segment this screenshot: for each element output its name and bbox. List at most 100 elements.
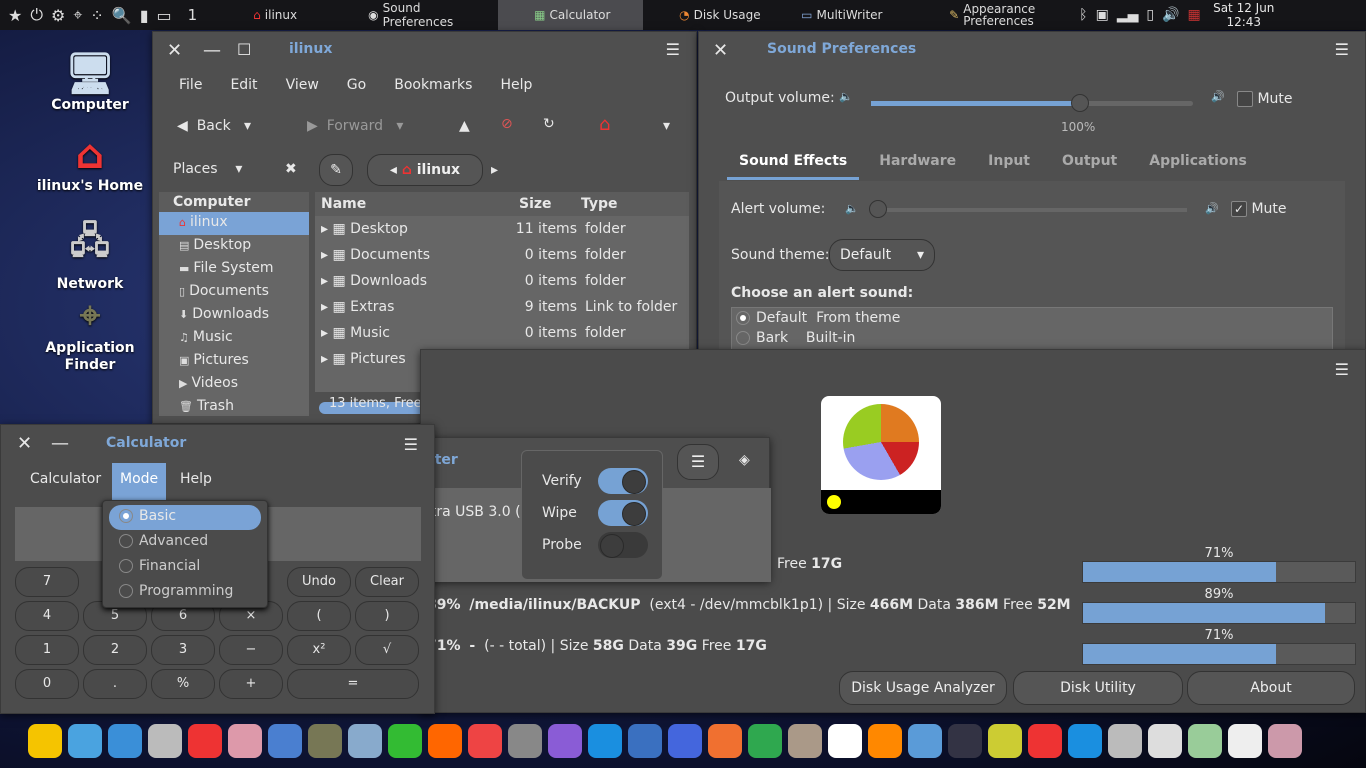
column-size[interactable]: Size [515,196,581,212]
menu-button[interactable]: ☰ [677,444,719,480]
tab-input[interactable]: Input [976,150,1042,180]
table-row[interactable]: ▸ ▦ Extras 9 items Link to folder [315,294,689,320]
menu-icon[interactable]: ☰ [1335,40,1349,59]
menu-calculator[interactable]: Calculator [30,471,101,487]
dock-app-icon[interactable] [1188,724,1222,758]
toggle-switch[interactable] [598,468,648,494]
usb-icon[interactable]: ◈ [739,452,750,468]
dock-app-icon[interactable] [588,724,622,758]
close-sidebar-icon[interactable]: ✖ [285,161,297,177]
tab-hardware[interactable]: Hardware [859,150,976,180]
up-icon[interactable]: ▲ [459,118,470,134]
dock-app-icon[interactable] [468,724,502,758]
key-0[interactable]: 0 [15,669,79,699]
minimize-icon[interactable]: — [51,433,69,454]
key-=[interactable]: = [287,669,419,699]
dock-app-icon[interactable] [628,724,662,758]
sidebar-item-downloads[interactable]: ⬇ Downloads [159,304,309,327]
dock-app-icon[interactable] [188,724,222,758]
dock-app-icon[interactable] [228,724,262,758]
menu-go[interactable]: Go [347,77,366,93]
path-next-icon[interactable]: ▸ [491,162,498,178]
key-x²[interactable]: x² [287,635,351,665]
about-button[interactable]: About [1187,671,1355,705]
dock-app-icon[interactable] [948,724,982,758]
dock-app-icon[interactable] [348,724,382,758]
dock-app-icon[interactable] [1148,724,1182,758]
key-Clear[interactable]: Clear [355,567,419,597]
mute-checkbox[interactable]: Mute [1237,91,1293,107]
sidebar-item-desktop[interactable]: ▤ Desktop [159,235,309,258]
key-2[interactable]: 2 [83,635,147,665]
workspace-number[interactable]: 1 [180,0,206,30]
table-row[interactable]: ▸ ▦ Desktop 11 items folder [315,216,689,242]
dock-app-icon[interactable] [988,724,1022,758]
dock-app-icon[interactable] [1228,724,1262,758]
key-)[interactable]: ) [355,601,419,631]
task-multiwriter[interactable]: ▭ MultiWriter [793,0,941,30]
sidebar-item-file-system[interactable]: ▬ File System [159,258,309,281]
system-tray[interactable]: ᛒ ▣ ▂▄ ▯ 🔊 ▦ [1071,0,1209,30]
menu-icon[interactable]: ☰ [1335,360,1349,379]
sidebar-item-ilinux[interactable]: ⌂ ilinux [159,212,309,235]
dock-app-icon[interactable] [1068,724,1102,758]
mode-advanced[interactable]: Advanced [109,530,261,555]
dock-app-icon[interactable] [508,724,542,758]
dock-app-icon[interactable] [388,724,422,758]
menu-bookmarks[interactable]: Bookmarks [394,77,472,93]
clock[interactable]: Sat 12 Jun 12:43 [1209,1,1279,29]
maximize-icon[interactable]: ☐ [237,40,251,59]
key-3[interactable]: 3 [151,635,215,665]
task-disk-usage[interactable]: ◔ Disk Usage [643,0,793,30]
dock-app-icon[interactable] [668,724,702,758]
home-icon[interactable]: ⌂ [599,114,610,135]
dock-app-icon[interactable] [428,724,462,758]
key-.[interactable]: . [83,669,147,699]
dock-app-icon[interactable] [148,724,182,758]
dock-app-icon[interactable] [28,724,62,758]
table-row[interactable]: ▸ ▦ Documents 0 items folder [315,242,689,268]
reload-icon[interactable]: ↻ [543,116,555,132]
dock-app-icon[interactable] [788,724,822,758]
key-−[interactable]: − [219,635,283,665]
places-dropdown[interactable]: Places ▾ [173,161,242,177]
key-%[interactable]: % [151,669,215,699]
dock-app-icon[interactable] [708,724,742,758]
dock-app-icon[interactable] [748,724,782,758]
tab-sound-effects[interactable]: Sound Effects [727,150,860,180]
key-7[interactable]: 7 [15,567,79,597]
menu-mode[interactable]: Mode [112,463,167,501]
output-volume-slider[interactable] [871,94,1193,112]
disk-usage-analyzer-button[interactable]: Disk Usage Analyzer [839,671,1007,705]
sound-theme-dropdown[interactable]: Default ▾ [829,239,935,271]
menu-icon[interactable]: ☰ [404,435,418,454]
list-item[interactable]: Bark Built-in [732,328,1332,348]
dock-app-icon[interactable] [1108,724,1142,758]
dock-app-icon[interactable] [268,724,302,758]
stop-icon[interactable]: ⊘ [501,116,513,132]
toggle-switch[interactable] [598,532,648,558]
dock-app-icon[interactable] [1028,724,1062,758]
sidebar-item-videos[interactable]: ▶ Videos [159,373,309,396]
alert-volume-slider[interactable] [869,200,1187,218]
dock-app-icon[interactable] [868,724,902,758]
edit-path-button[interactable]: ✎ [319,154,353,186]
path-bar[interactable]: ◂ ⌂ ilinux [367,154,483,186]
chevron-down-icon[interactable]: ▾ [663,118,670,134]
forward-button[interactable]: ▶ Forward ▾ [307,118,403,134]
dock-app-icon[interactable] [908,724,942,758]
dock-app-icon[interactable] [1268,724,1302,758]
key-Undo[interactable]: Undo [287,567,351,597]
mode-programming[interactable]: Programming [109,580,261,605]
task-sound[interactable]: ◉ Sound Preferences [360,0,498,30]
dock-app-icon[interactable] [68,724,102,758]
desktop-appfinder[interactable]: ⌖ Application Finder [30,292,150,374]
dock-app-icon[interactable] [548,724,582,758]
desktop-home[interactable]: ⌂ ilinux's Home [30,132,150,194]
close-icon[interactable]: ✕ [713,40,728,61]
list-item[interactable]: Default From theme [732,308,1332,328]
back-button[interactable]: ◀ Back ▾ [177,118,251,134]
menu-help[interactable]: Help [500,77,532,93]
task-calculator[interactable]: ▦ Calculator [498,0,644,30]
sidebar-item-trash[interactable]: 🗑 Trash [159,396,309,419]
